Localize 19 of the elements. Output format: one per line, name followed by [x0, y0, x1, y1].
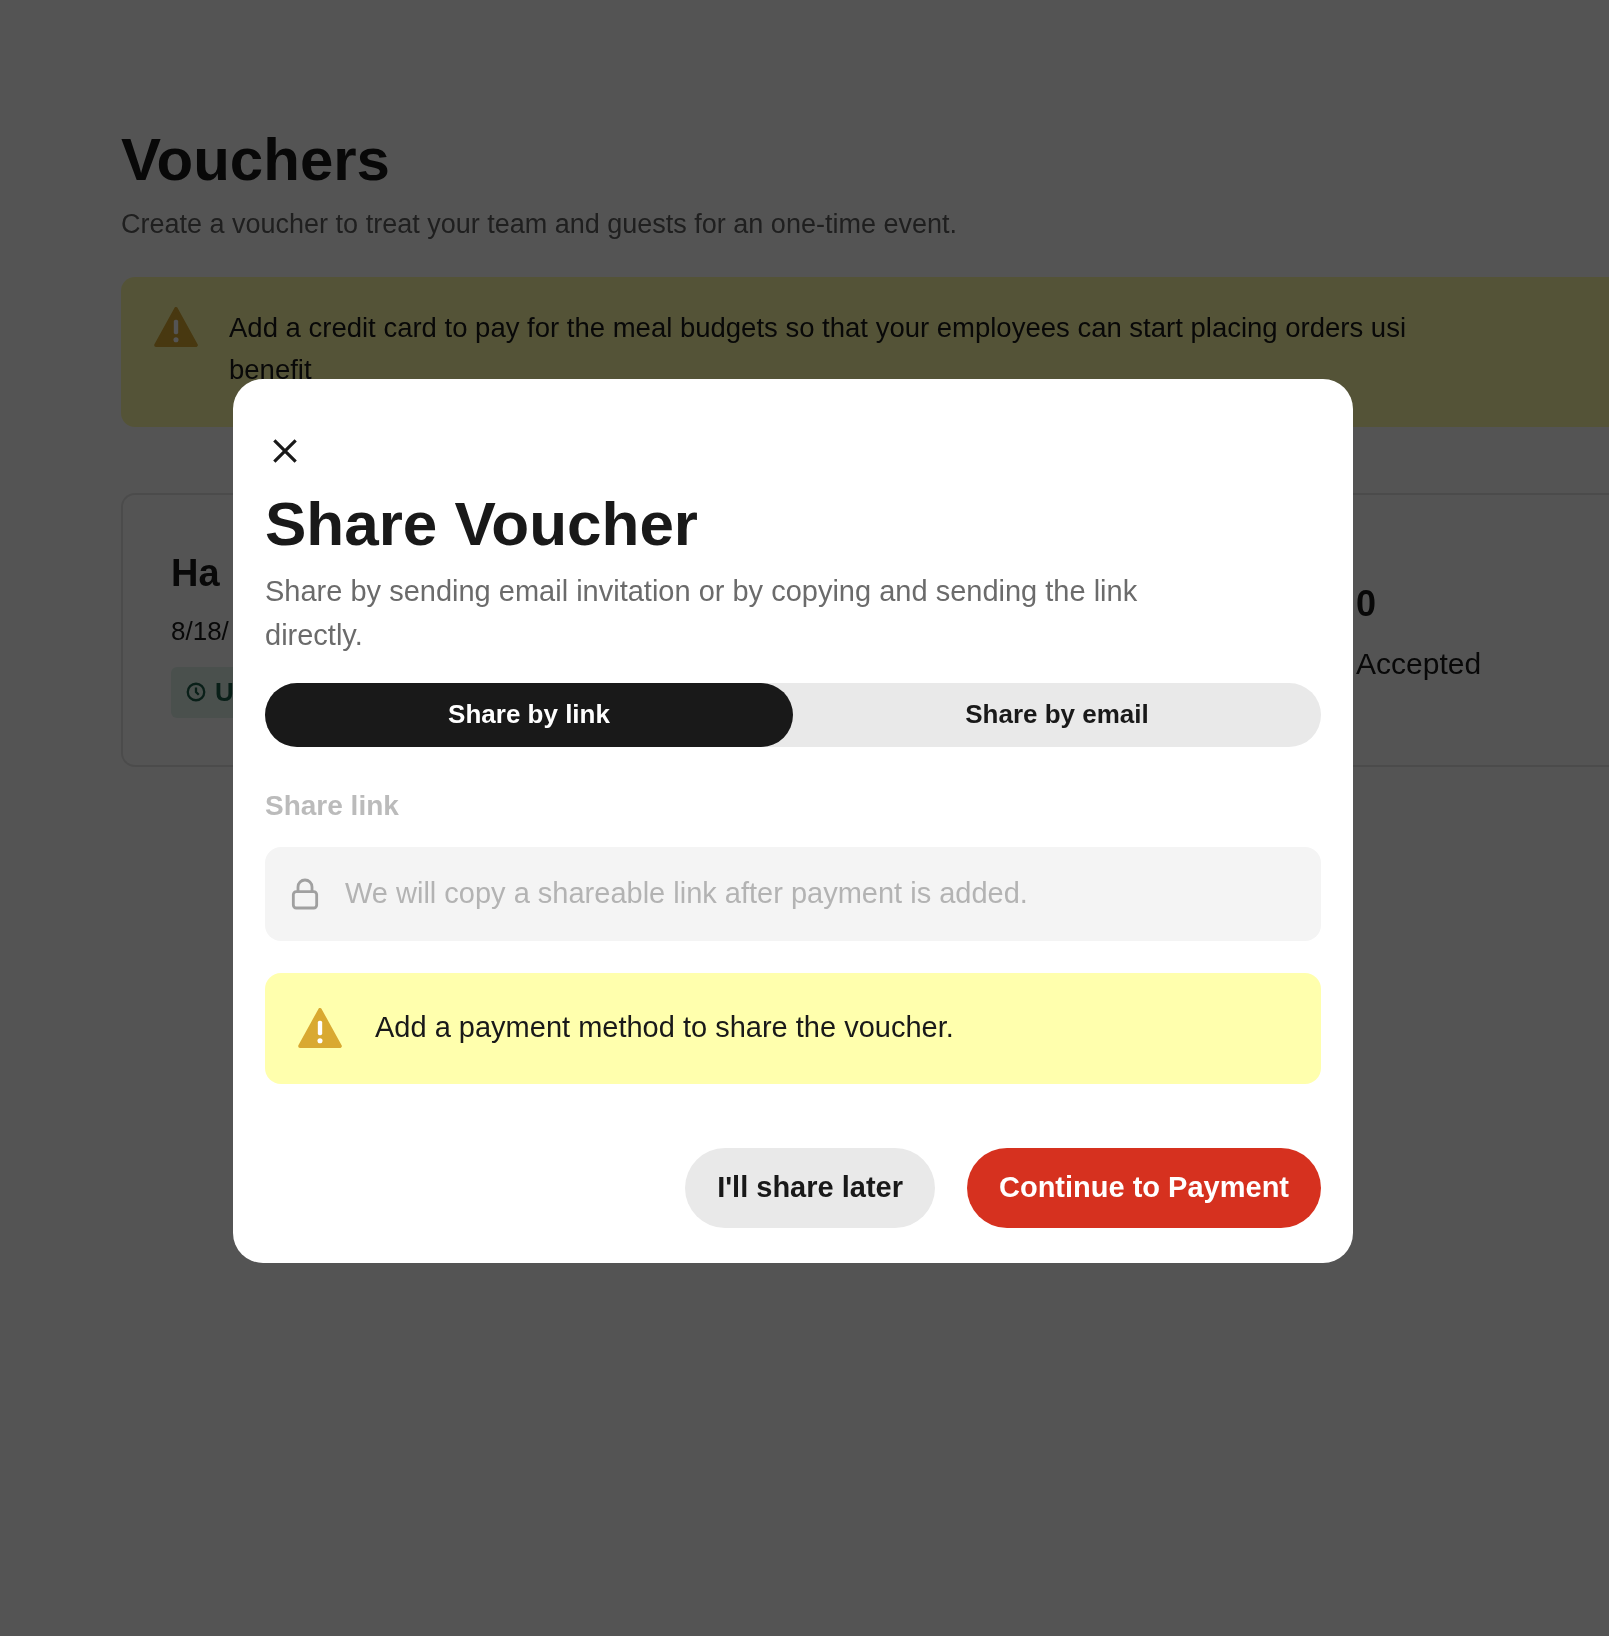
clock-icon: [185, 681, 207, 703]
field-label: Share link: [265, 788, 400, 823]
voucher-date: 8/18/: [171, 614, 229, 648]
share-tab[interactable]: Share by link: [265, 682, 793, 747]
share-tab[interactable]: Share by email: [793, 682, 1321, 747]
warning-icon: [297, 1008, 343, 1048]
share-link-field[interactable]: We will copy a shareable link after payment is added.: [265, 846, 1321, 941]
dialog-description: Share by sending email invitation or by copying and sending the link directly.: [265, 573, 1139, 653]
later-button[interactable]: I'll share later: [685, 1147, 935, 1228]
accepted-count: 0: [1356, 581, 1378, 626]
dialog-title: Share Voucher: [265, 488, 699, 560]
voucher-name: Ha: [171, 550, 220, 596]
continue-button[interactable]: Continue to Payment: [967, 1147, 1321, 1228]
warning-icon: [153, 306, 199, 347]
banner-text: benefit: [229, 352, 313, 387]
alert-text: Add a payment method to share the voucher.: [375, 1010, 954, 1046]
accepted-label: Accepted: [1356, 645, 1482, 682]
page-title: Vouchers: [121, 130, 391, 190]
banner-text: Add a credit card to pay for the meal budgets so that your employees can start placing orders usi: [229, 310, 1407, 345]
